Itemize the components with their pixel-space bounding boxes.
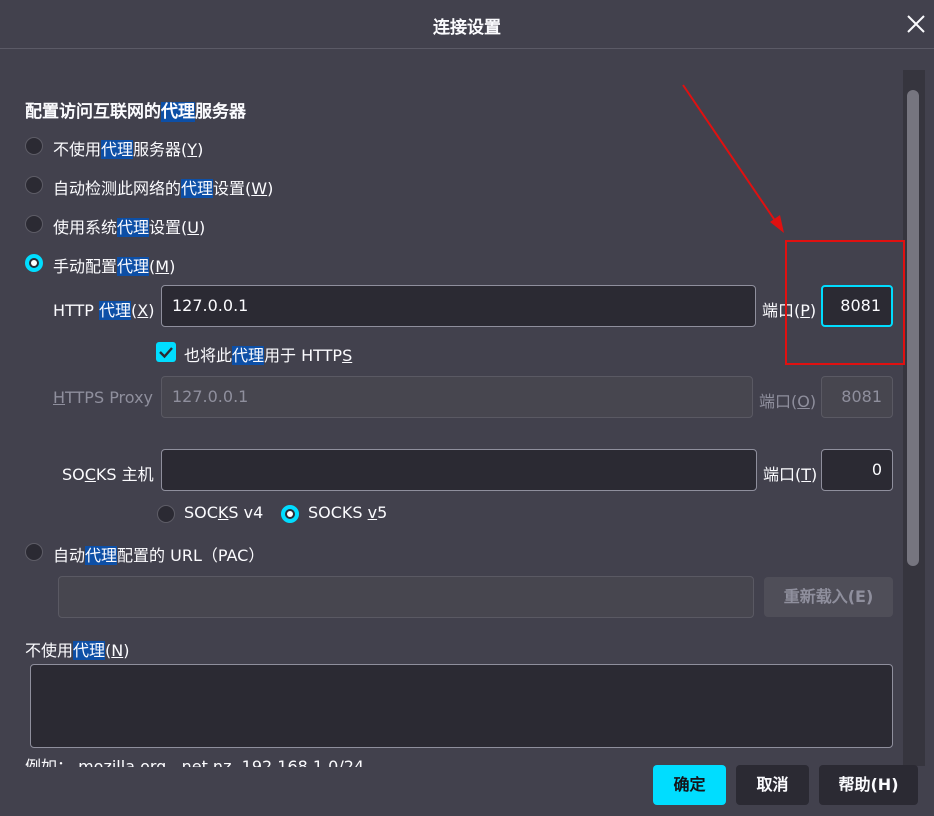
annotation-arrow bbox=[682, 84, 784, 233]
annotation-highlight-box bbox=[785, 240, 905, 365]
